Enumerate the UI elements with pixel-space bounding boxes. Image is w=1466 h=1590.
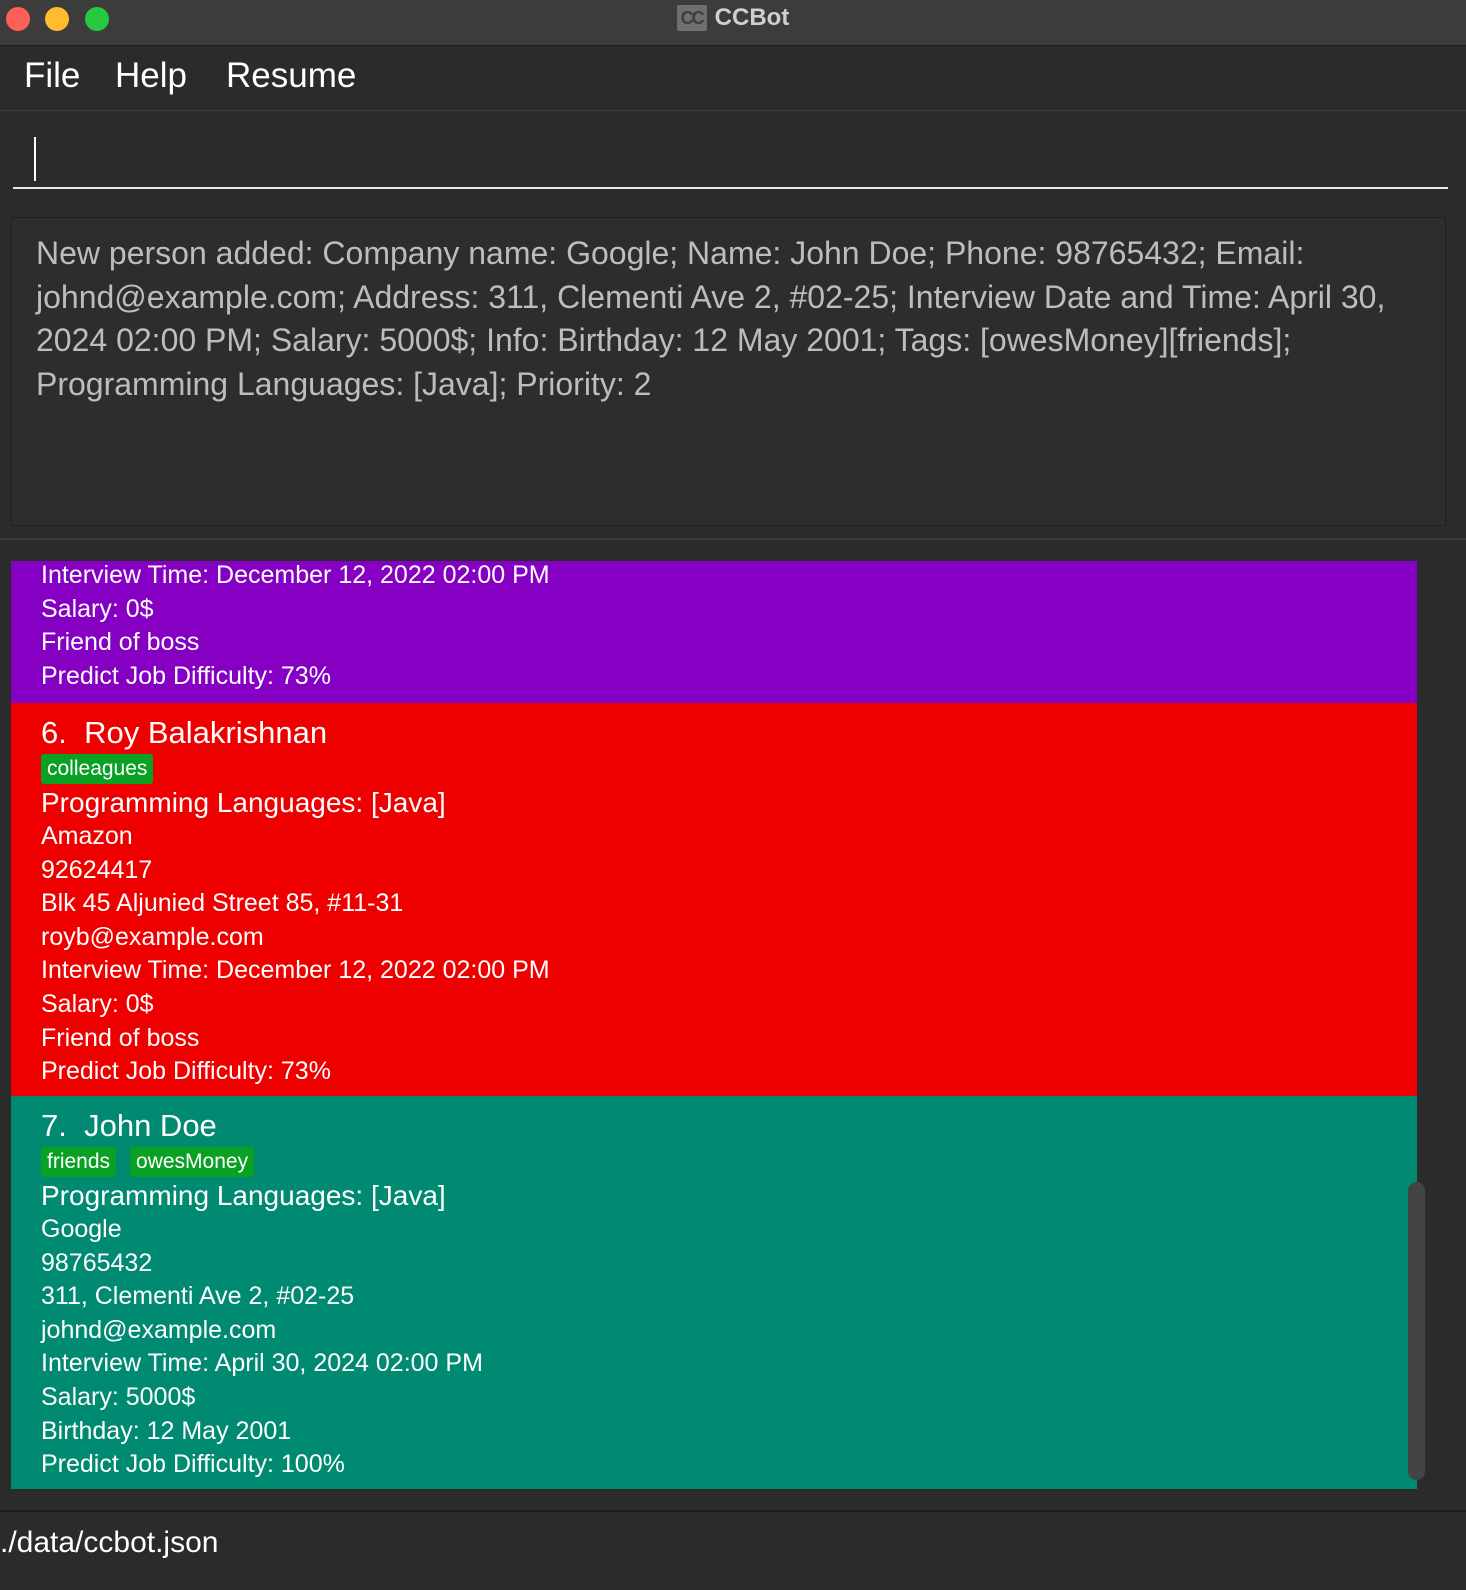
title-wrap: CC CCBot xyxy=(0,0,1466,36)
result-display: New person added: Company name: Google; … xyxy=(11,217,1446,526)
person-card-5[interactable]: Interview Time: December 12, 2022 02:00 … xyxy=(11,561,1417,703)
person-languages: Programming Languages: [Java] xyxy=(41,1180,446,1211)
person-index: 6. xyxy=(41,715,67,750)
person-salary: Salary: 0$ xyxy=(41,594,154,623)
person-languages: Programming Languages: [Java] xyxy=(41,787,446,818)
command-input[interactable] xyxy=(13,111,1448,189)
app-icon: CC xyxy=(676,5,707,31)
menu-resume[interactable]: Resume xyxy=(226,56,356,96)
person-interview-time: Interview Time: December 12, 2022 02:00 … xyxy=(41,956,550,985)
person-list: Interview Time: December 12, 2022 02:00 … xyxy=(11,561,1417,1489)
person-salary: Salary: 0$ xyxy=(41,989,154,1018)
person-info: Birthday: 12 May 2001 xyxy=(41,1416,292,1445)
menu-bar: File Help Resume xyxy=(0,46,1466,111)
person-address: 311, Clementi Ave 2, #02-25 xyxy=(41,1282,355,1311)
person-name: Roy Balakrishnan xyxy=(84,715,328,750)
title-bar: CC CCBot xyxy=(0,0,1466,46)
tag-badge: friends xyxy=(41,1147,117,1177)
person-job-difficulty: Predict Job Difficulty: 100% xyxy=(41,1450,345,1479)
tag-badge: owesMoney xyxy=(130,1147,255,1177)
list-scrollbar-thumb[interactable] xyxy=(1408,1182,1425,1480)
person-phone: 92624417 xyxy=(41,855,153,884)
person-tags: colleagues xyxy=(41,754,550,784)
menu-help[interactable]: Help xyxy=(115,56,187,96)
person-address: Blk 45 Aljunied Street 85, #11-31 xyxy=(41,889,404,918)
person-job-difficulty: Predict Job Difficulty: 73% xyxy=(41,1057,331,1086)
tag-badge: colleagues xyxy=(41,754,154,784)
person-company: Google xyxy=(41,1215,122,1243)
person-name-line: 7. John Doe xyxy=(41,1108,483,1144)
person-card-7[interactable]: 7. John Doe friends owesMoney Programmin… xyxy=(11,1096,1417,1489)
menu-file[interactable]: File xyxy=(24,56,80,96)
person-salary: Salary: 5000$ xyxy=(41,1382,196,1411)
result-message: New person added: Company name: Google; … xyxy=(36,235,1386,402)
person-index: 7. xyxy=(41,1108,67,1143)
person-email: royb@example.com xyxy=(41,922,264,951)
person-name-line: 6. Roy Balakrishnan xyxy=(41,715,550,751)
status-bar: ./data/ccbot.json xyxy=(0,1510,1466,1590)
person-company: Amazon xyxy=(41,822,133,850)
person-info: Friend of boss xyxy=(41,1023,200,1052)
person-interview-time: Interview Time: April 30, 2024 02:00 PM xyxy=(41,1349,483,1378)
text-caret xyxy=(34,137,36,181)
person-interview-time: Interview Time: December 12, 2022 02:00 … xyxy=(41,561,550,589)
person-card-6[interactable]: 6. Roy Balakrishnan colleagues Programmi… xyxy=(11,703,1417,1096)
save-file-path: ./data/ccbot.json xyxy=(0,1526,219,1559)
person-job-difficulty: Predict Job Difficulty: 73% xyxy=(41,661,331,690)
person-name: John Doe xyxy=(84,1108,217,1143)
window-title: CCBot xyxy=(714,4,790,31)
person-info: Friend of boss xyxy=(41,628,200,657)
split-divider[interactable] xyxy=(0,538,1466,540)
person-phone: 98765432 xyxy=(41,1248,153,1277)
person-email: johnd@example.com xyxy=(41,1315,277,1344)
person-tags: friends owesMoney xyxy=(41,1147,483,1177)
command-box xyxy=(0,111,1466,206)
